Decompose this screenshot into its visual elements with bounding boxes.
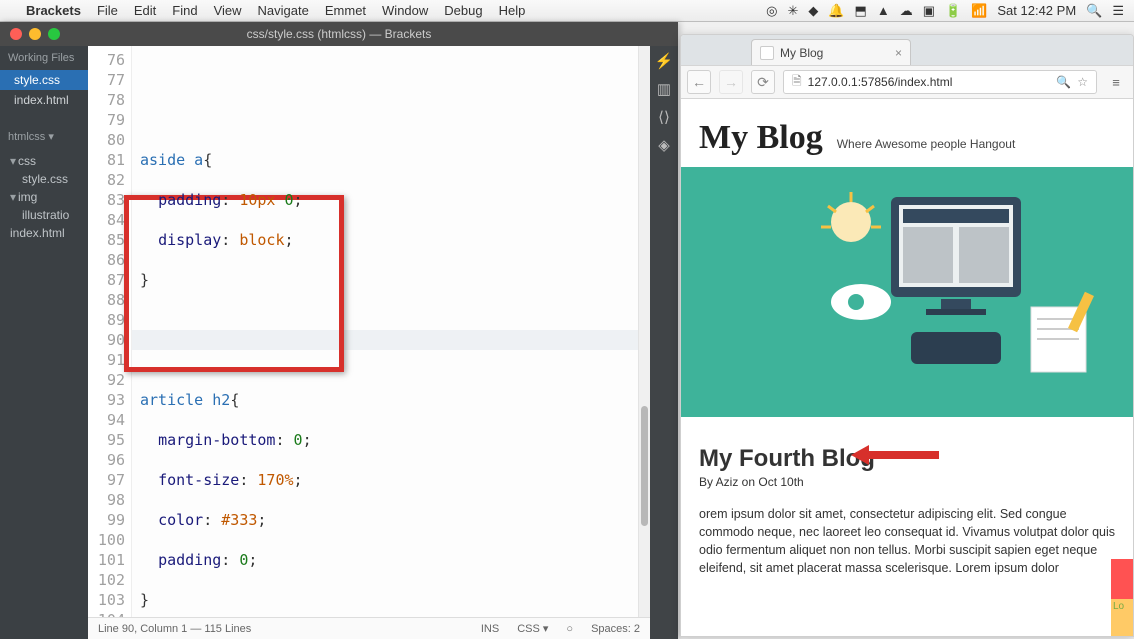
live-preview-icon[interactable]: ⚡ bbox=[655, 52, 674, 70]
menu-window[interactable]: Window bbox=[382, 3, 428, 18]
working-file[interactable]: index.html bbox=[0, 90, 88, 110]
brackets-sidebar: Working Files style.css index.html htmlc… bbox=[0, 46, 88, 639]
browser-window: My Blog × ← → ⟳ 🗎 127.0.0.1:57856/index.… bbox=[680, 34, 1134, 637]
working-files-label: Working Files bbox=[0, 46, 88, 70]
post-body: orem ipsum dolor sit amet, consectetur a… bbox=[699, 505, 1115, 578]
blog-tagline: Where Awesome people Hangout bbox=[837, 137, 1016, 151]
tray-icon[interactable]: ✳ bbox=[787, 3, 798, 19]
status-ins[interactable]: INS bbox=[481, 623, 499, 635]
brackets-window: css/style.css (htmlcss) — Brackets Worki… bbox=[0, 22, 678, 639]
tree-file[interactable]: illustratio bbox=[6, 206, 82, 224]
line-gutter: 7677787980818283848586878889909192939495… bbox=[88, 46, 132, 617]
url-text: 127.0.0.1:57856/index.html bbox=[808, 75, 953, 89]
menubar-tray: ◎ ✳ ◆ 🔔 ⬒ ▲ ☁ ▣ 🔋 📶 Sat 12:42 PM 🔍 ☰ bbox=[766, 3, 1124, 19]
favicon-icon bbox=[760, 46, 774, 60]
extensions-rail: ⚡ ▥ ⟨⟩ ◈ bbox=[650, 46, 678, 639]
menu-file[interactable]: File bbox=[97, 3, 118, 18]
wifi-icon[interactable]: 📶 bbox=[971, 3, 987, 19]
menu-help[interactable]: Help bbox=[499, 3, 526, 18]
star-icon[interactable]: ☆ bbox=[1077, 75, 1088, 89]
extension-icon[interactable]: ◈ bbox=[658, 136, 670, 154]
editor-main: 7677787980818283848586878889909192939495… bbox=[88, 46, 650, 639]
status-lang[interactable]: CSS ▾ bbox=[517, 622, 548, 635]
menu-navigate[interactable]: Navigate bbox=[258, 3, 309, 18]
menu-debug[interactable]: Debug bbox=[444, 3, 482, 18]
minimize-icon[interactable] bbox=[29, 28, 41, 40]
statusbar: Line 90, Column 1 — 115 Lines INS CSS ▾ … bbox=[88, 617, 650, 639]
spotlight-icon[interactable]: 🔍 bbox=[1086, 3, 1102, 19]
tree-folder-css[interactable]: ▾css bbox=[6, 152, 82, 170]
code-text[interactable]: aside a{ padding: 10px 0; display: block… bbox=[132, 46, 650, 617]
page-sidebar-strip: Lo JS bbox=[1111, 559, 1133, 636]
page-content: My Blog Where Awesome people Hangout bbox=[681, 99, 1133, 636]
sidebar-badge-text: Lo bbox=[1113, 601, 1124, 612]
page-icon: 🗎 bbox=[792, 72, 802, 93]
drive-icon[interactable]: ▲ bbox=[877, 3, 890, 18]
battery-icon[interactable]: 🔋 bbox=[945, 3, 961, 19]
blog-logo: My Blog bbox=[699, 119, 823, 157]
tree-file[interactable]: index.html bbox=[6, 224, 82, 242]
tab-title: My Blog bbox=[780, 46, 823, 60]
list-icon[interactable]: ☰ bbox=[1112, 3, 1124, 19]
cloud-icon[interactable]: ☁ bbox=[900, 3, 913, 19]
hero-image bbox=[681, 167, 1133, 417]
menu-find[interactable]: Find bbox=[172, 3, 197, 18]
blog-header: My Blog Where Awesome people Hangout bbox=[681, 99, 1133, 167]
window-title: css/style.css (htmlcss) — Brackets bbox=[0, 27, 678, 41]
tree-file[interactable]: style.css bbox=[6, 170, 82, 188]
post-byline: By Aziz on Oct 10th bbox=[699, 475, 1115, 489]
menu-edit[interactable]: Edit bbox=[134, 3, 156, 18]
status-lint-icon[interactable]: ○ bbox=[566, 623, 573, 635]
menubar-app[interactable]: Brackets bbox=[26, 3, 81, 18]
url-field[interactable]: 🗎 127.0.0.1:57856/index.html 🔍 ☆ bbox=[783, 70, 1097, 94]
zoom-icon[interactable] bbox=[48, 28, 60, 40]
tree-folder-img[interactable]: ▾img bbox=[6, 188, 82, 206]
mac-menubar: Brackets File Edit Find View Navigate Em… bbox=[0, 0, 1134, 22]
menu-emmet[interactable]: Emmet bbox=[325, 3, 366, 18]
tray-icon[interactable]: ◆ bbox=[808, 3, 818, 19]
reload-button[interactable]: ⟳ bbox=[751, 70, 775, 94]
tabstrip[interactable]: My Blog × bbox=[681, 35, 1133, 65]
code-area[interactable]: 7677787980818283848586878889909192939495… bbox=[88, 46, 650, 617]
clock[interactable]: Sat 12:42 PM bbox=[997, 3, 1076, 18]
extension-icon[interactable]: ▥ bbox=[657, 80, 671, 98]
menu-icon[interactable]: ≡ bbox=[1105, 75, 1127, 90]
forward-button[interactable]: → bbox=[719, 70, 743, 94]
status-spaces[interactable]: Spaces: 2 bbox=[591, 623, 640, 635]
browser-tab[interactable]: My Blog × bbox=[751, 39, 911, 65]
address-bar: ← → ⟳ 🗎 127.0.0.1:57856/index.html 🔍 ☆ ≡ bbox=[681, 65, 1133, 99]
back-button[interactable]: ← bbox=[687, 70, 711, 94]
eject-icon[interactable]: ▣ bbox=[923, 3, 935, 19]
status-cursor: Line 90, Column 1 — 115 Lines bbox=[98, 623, 251, 635]
project-name[interactable]: htmlcss ▾ bbox=[0, 124, 88, 149]
close-icon[interactable] bbox=[10, 28, 22, 40]
titlebar[interactable]: css/style.css (htmlcss) — Brackets bbox=[0, 22, 678, 46]
dropbox-icon[interactable]: ⬒ bbox=[855, 3, 867, 19]
blog-post: My Fourth Blog By Aziz on Oct 10th orem … bbox=[681, 417, 1133, 588]
bell-icon[interactable]: 🔔 bbox=[828, 3, 844, 19]
annotation-arrow-icon bbox=[851, 441, 941, 469]
extension-icon[interactable]: ⟨⟩ bbox=[658, 108, 670, 126]
close-tab-icon[interactable]: × bbox=[895, 46, 902, 60]
menu-view[interactable]: View bbox=[214, 3, 242, 18]
tray-icon[interactable]: ◎ bbox=[766, 3, 777, 19]
search-icon[interactable]: 🔍 bbox=[1056, 75, 1071, 89]
working-file[interactable]: style.css bbox=[0, 70, 88, 90]
